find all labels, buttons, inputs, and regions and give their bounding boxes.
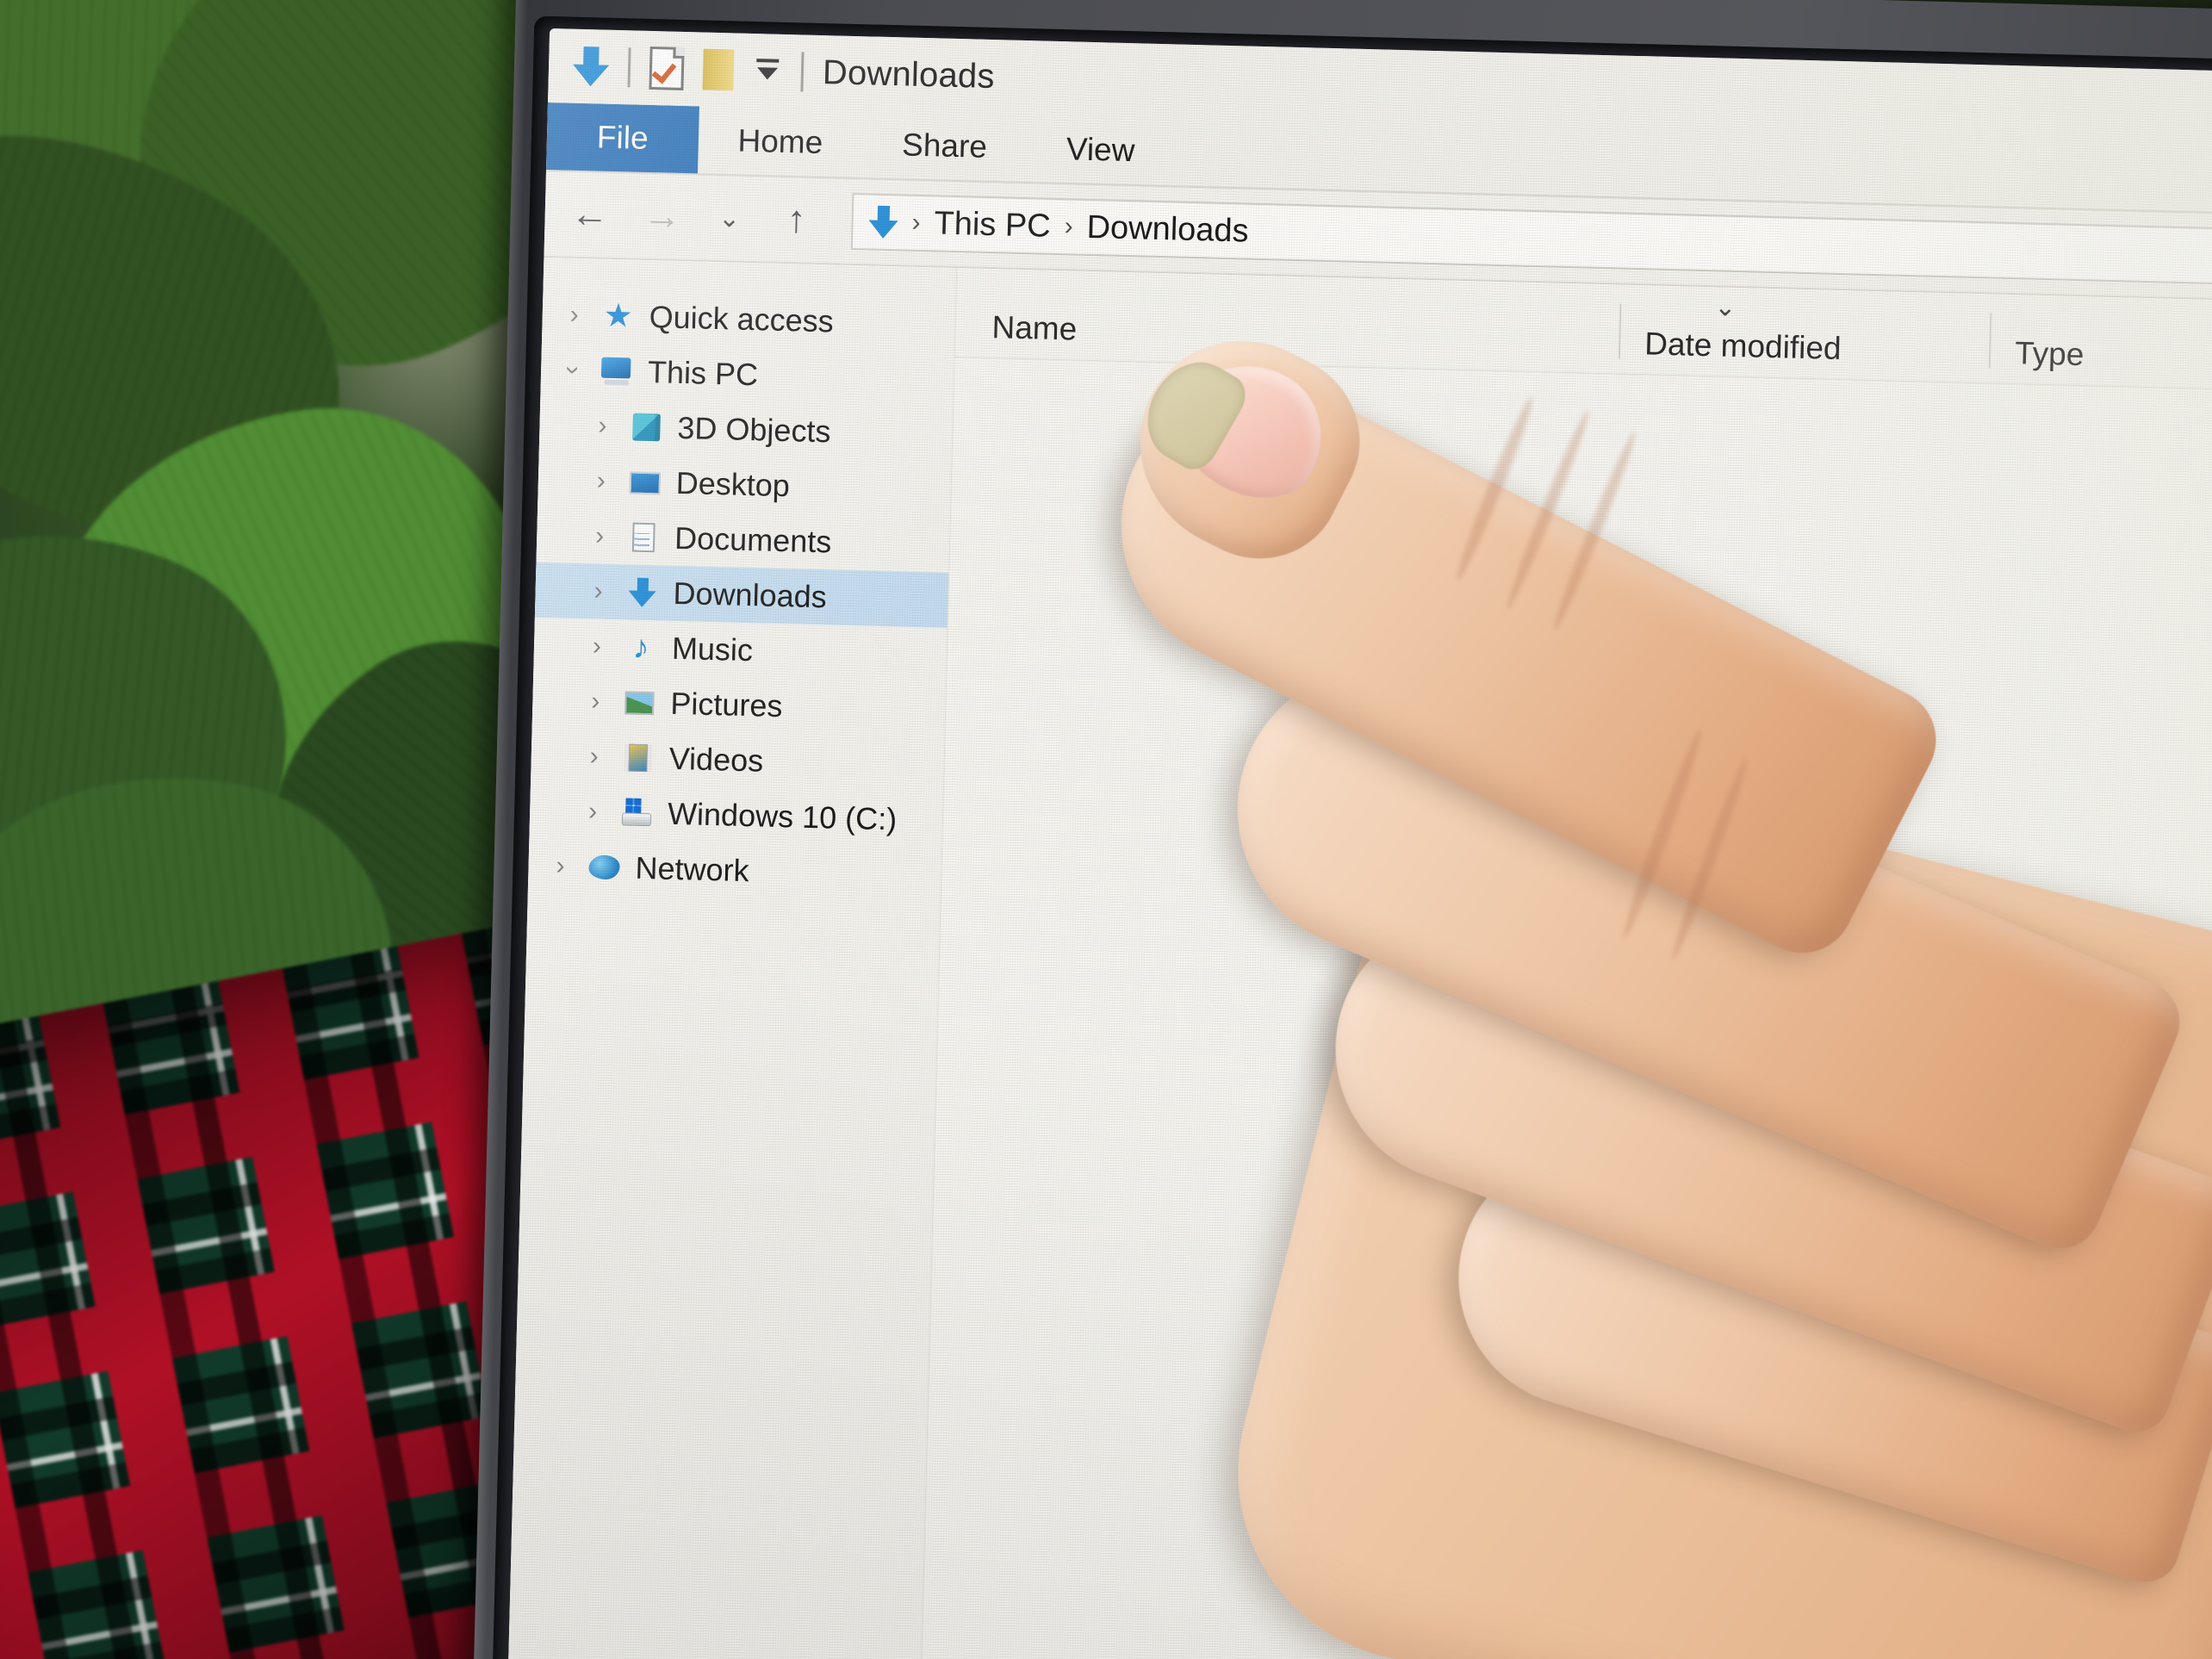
hand-pointing (0, 0, 2212, 1659)
photo-scene: Downloads File Home Share View ← → ⌄ ↑ ›… (0, 0, 2212, 1659)
